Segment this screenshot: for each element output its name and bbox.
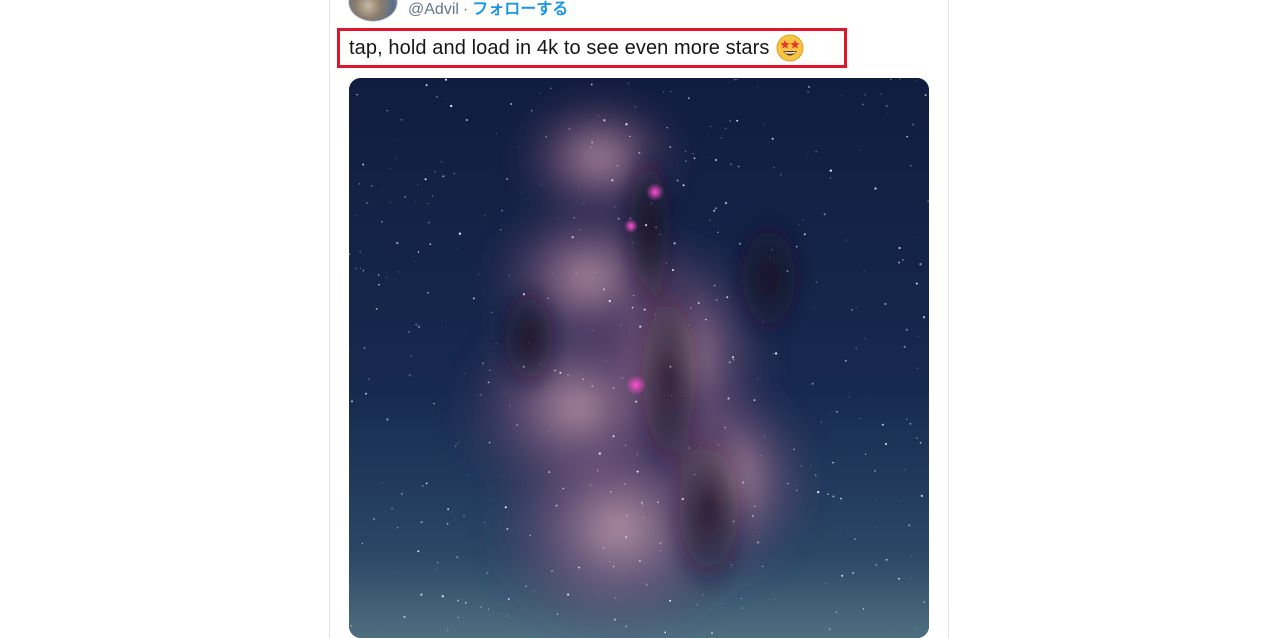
tweet-text: tap, hold and load in 4k to see even mor…	[349, 36, 770, 59]
tweet-meta: @Advil · フォローする	[408, 0, 568, 22]
star-struck-emoji-icon	[776, 34, 804, 62]
highlighted-tweet-text: tap, hold and load in 4k to see even mor…	[337, 28, 847, 68]
tweet-header: @Advil · フォローする	[348, 0, 568, 22]
tweet-card: @Advil · フォローする tap, hold and load in 4k t…	[329, 0, 949, 638]
user-handle[interactable]: @Advil	[408, 1, 459, 18]
follow-button[interactable]: フォローする	[472, 1, 568, 18]
milky-way-image	[349, 78, 929, 638]
user-avatar[interactable]	[348, 0, 398, 22]
tweet-media-image[interactable]	[349, 78, 929, 638]
separator-dot: ·	[462, 1, 469, 18]
